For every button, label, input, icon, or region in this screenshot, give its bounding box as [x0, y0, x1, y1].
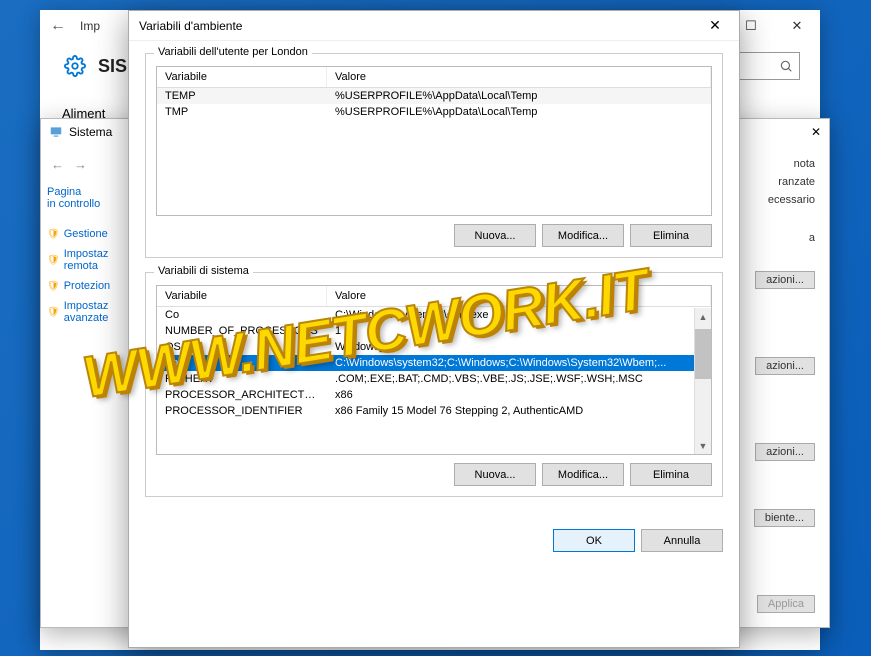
- settings-title: Imp: [80, 19, 100, 33]
- group-legend: Variabili di sistema: [154, 265, 253, 277]
- user-variables-table[interactable]: Variabile Valore TEMP %USERPROFILE%\AppD…: [156, 66, 712, 216]
- remote-settings-link[interactable]: 🛡Impostaz remota: [47, 244, 129, 276]
- search-icon: [779, 59, 793, 73]
- close-button[interactable]: ✕: [774, 10, 820, 42]
- gear-icon: [64, 55, 86, 77]
- env-titlebar: Variabili d'ambiente ✕: [129, 11, 739, 41]
- scroll-up-icon[interactable]: ▲: [695, 308, 711, 325]
- user-variables-group: Variabili dell'utente per London Variabi…: [145, 53, 723, 258]
- advanced-settings-link[interactable]: 🛡Impostaz avanzate: [47, 296, 129, 328]
- apply-button[interactable]: Applica: [757, 595, 815, 613]
- cancel-button[interactable]: Annulla: [641, 529, 723, 552]
- ok-button[interactable]: OK: [553, 529, 635, 552]
- settings-heading: SIS: [98, 56, 127, 77]
- column-header-value[interactable]: Valore: [327, 286, 711, 306]
- table-row[interactable]: TEMP %USERPROFILE%\AppData\Local\Temp: [157, 88, 711, 104]
- table-row[interactable]: PathC:\Windows\system32;C:\Windows;C:\Wi…: [157, 355, 711, 371]
- env-vars-button[interactable]: biente...: [754, 509, 815, 527]
- system-protection-link[interactable]: 🛡Protezion: [47, 276, 129, 296]
- table-row[interactable]: TMP %USERPROFILE%\AppData\Local\Temp: [157, 104, 711, 120]
- new-button[interactable]: Nuova...: [454, 463, 536, 486]
- settings-button[interactable]: azioni...: [755, 271, 815, 289]
- device-manager-link[interactable]: 🛡Gestione: [47, 224, 129, 244]
- settings-button[interactable]: azioni...: [755, 357, 815, 375]
- table-row[interactable]: NUMBER_OF_PROCESSORS1: [157, 323, 711, 339]
- scroll-down-icon[interactable]: ▼: [695, 437, 711, 454]
- system-variables-table[interactable]: Variabile Valore CoC:\Windows\system32\c…: [156, 285, 712, 455]
- nav-forward-icon[interactable]: →: [74, 157, 87, 172]
- computer-icon: [49, 125, 63, 139]
- control-panel-home-link[interactable]: Pagina in controllo: [47, 182, 129, 214]
- dialog-title: Variabili d'ambiente: [139, 19, 242, 33]
- delete-button[interactable]: Elimina: [630, 224, 712, 247]
- scrollbar[interactable]: ▲ ▼: [694, 308, 711, 454]
- close-button[interactable]: ✕: [701, 15, 729, 37]
- sysprops-close-button[interactable]: ✕: [811, 125, 821, 139]
- nav-back-icon[interactable]: ←: [51, 157, 64, 172]
- back-arrow-icon[interactable]: ←: [50, 17, 66, 35]
- shield-icon: 🛡: [47, 307, 60, 318]
- shield-icon: 🛡: [47, 281, 60, 292]
- table-row[interactable]: OSWindows_NT: [157, 339, 711, 355]
- environment-variables-dialog: Variabili d'ambiente ✕ Variabili dell'ut…: [128, 10, 740, 648]
- group-legend: Variabili dell'utente per London: [154, 46, 312, 58]
- scrollbar-thumb[interactable]: [695, 329, 711, 379]
- shield-icon: 🛡: [47, 229, 60, 240]
- table-row[interactable]: PATHEXT.COM;.EXE;.BAT;.CMD;.VBS;.VBE;.JS…: [157, 371, 711, 387]
- sysprops-title-text: Sistema: [69, 125, 112, 139]
- system-variables-group: Variabili di sistema Variabile Valore Co…: [145, 272, 723, 497]
- column-header-variable[interactable]: Variabile: [157, 286, 327, 306]
- table-row[interactable]: PROCESSOR_ARCHITECTUREx86: [157, 387, 711, 403]
- table-row[interactable]: CoC:\Windows\system32\cmd.exe: [157, 307, 711, 323]
- settings-button[interactable]: azioni...: [755, 443, 815, 461]
- table-row[interactable]: PROCESSOR_IDENTIFIERx86 Family 15 Model …: [157, 403, 711, 419]
- edit-button[interactable]: Modifica...: [542, 224, 624, 247]
- column-header-variable[interactable]: Variabile: [157, 67, 327, 87]
- edit-button[interactable]: Modifica...: [542, 463, 624, 486]
- column-header-value[interactable]: Valore: [327, 67, 711, 87]
- delete-button[interactable]: Elimina: [630, 463, 712, 486]
- new-button[interactable]: Nuova...: [454, 224, 536, 247]
- shield-icon: 🛡: [47, 255, 60, 266]
